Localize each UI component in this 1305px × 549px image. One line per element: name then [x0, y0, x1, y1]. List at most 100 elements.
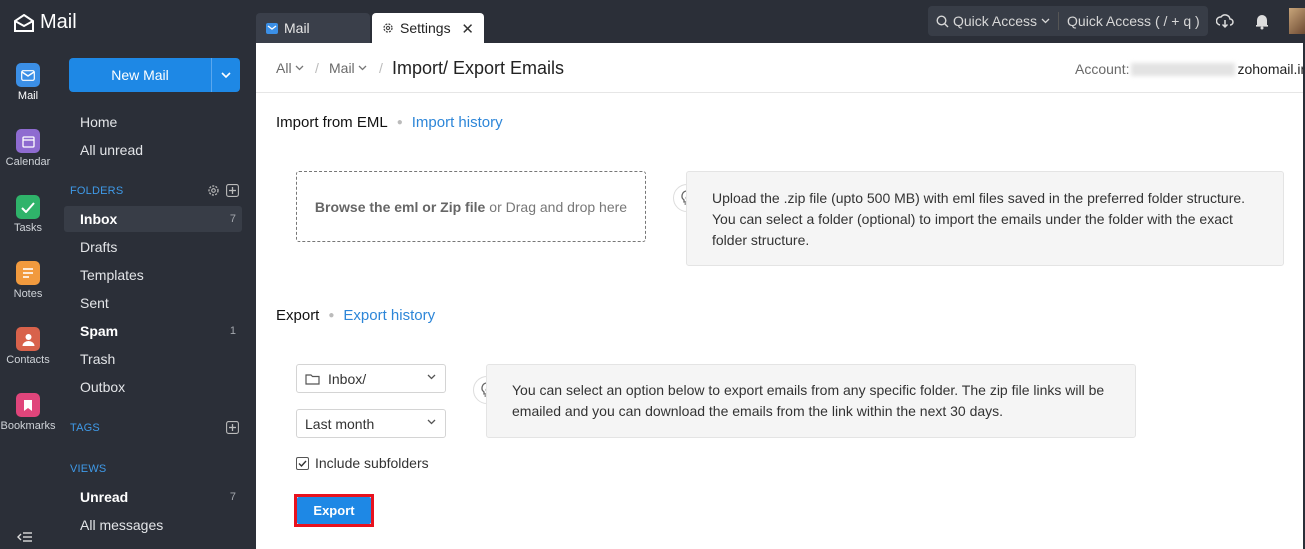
app-brand[interactable]: Mail: [14, 11, 77, 34]
bell-icon[interactable]: [1253, 12, 1271, 30]
views-header: VIEWS: [70, 463, 107, 475]
quick-access-search-label: Quick Access: [1067, 13, 1152, 29]
include-subfolders-label: Include subfolders: [315, 455, 429, 471]
export-history-link[interactable]: Export history: [343, 307, 435, 324]
include-subfolders-checkbox[interactable]: Include subfolders: [296, 455, 429, 471]
avatar[interactable]: [1289, 8, 1305, 34]
quick-access-search[interactable]: Quick Access ( / + q ): [1067, 13, 1200, 29]
nav-all-unread[interactable]: All unread: [80, 142, 143, 158]
rail-label: Notes: [13, 288, 43, 300]
chevron-down-icon: [1041, 18, 1050, 24]
import-title: Import from EML: [276, 114, 388, 131]
chevron-down-icon: [427, 419, 436, 425]
breadcrumb: All / Mail / Import/ Export Emails Accou…: [256, 43, 1305, 93]
import-info-box: Upload the .zip file (upto 500 MB) with …: [686, 171, 1284, 266]
tags-header: TAGS: [70, 422, 100, 434]
gear-icon: [382, 22, 394, 34]
breadcrumb-all[interactable]: All: [276, 60, 304, 76]
account-redacted: [1131, 63, 1236, 76]
rail-item-mail[interactable]: Mail: [0, 63, 56, 102]
rail-item-bookmarks[interactable]: Bookmarks: [0, 393, 64, 432]
tab-mail[interactable]: Mail: [256, 13, 370, 43]
contact-icon: [16, 327, 40, 351]
folders-header: FOLDERS: [70, 185, 124, 197]
import-section-header: Import from EML ● Import history: [276, 114, 503, 131]
top-bar: Mail Mail Settings ✕ Quick Access Quick …: [0, 0, 1305, 43]
import-history-link[interactable]: Import history: [412, 114, 503, 131]
breadcrumb-mail-label: Mail: [329, 60, 355, 76]
new-mail-dropdown[interactable]: [211, 58, 240, 92]
export-button-highlight: Export: [294, 494, 374, 527]
file-drop-zone[interactable]: Browse the eml or Zip file or Drag and dr…: [296, 171, 646, 242]
export-button[interactable]: Export: [297, 497, 371, 524]
browse-file-text[interactable]: Browse the eml or Zip file: [315, 199, 485, 215]
export-info-text: You can select an option below to export…: [512, 382, 1105, 419]
quick-access-menu[interactable]: Quick Access: [928, 13, 1050, 29]
folder-templates[interactable]: Templates: [80, 267, 144, 283]
account-domain: zohomail.in: [1237, 61, 1305, 77]
export-info-box: You can select an option below to export…: [486, 364, 1136, 438]
folder-trash[interactable]: Trash: [80, 351, 115, 367]
folder-select[interactable]: Inbox/: [296, 364, 446, 393]
app-name: Mail: [40, 11, 77, 33]
view-unread[interactable]: Unread: [80, 489, 128, 505]
folder-outbox[interactable]: Outbox: [80, 379, 125, 395]
notes-icon: [16, 261, 40, 285]
rail-item-contacts[interactable]: Contacts: [0, 327, 56, 366]
search-icon: [936, 14, 949, 27]
unread-count: 7: [229, 491, 236, 503]
rail-label: Mail: [17, 90, 39, 102]
view-all-messages[interactable]: All messages: [80, 517, 163, 533]
export-section-header: Export ● Export history: [276, 307, 435, 324]
settings-main: All / Mail / Import/ Export Emails Accou…: [256, 43, 1305, 549]
quick-access-menu-label: Quick Access: [953, 13, 1038, 29]
breadcrumb-all-label: All: [276, 60, 292, 76]
folder-pane: New Mail Home All unread FOLDERS Inbox 7…: [56, 43, 256, 549]
folder-inbox[interactable]: Inbox: [80, 211, 117, 227]
quick-access-bar: Quick Access Quick Access ( / + q ): [928, 6, 1208, 36]
spam-count: 1: [229, 325, 236, 337]
mail-tab-icon: [266, 22, 278, 34]
bookmark-icon: [16, 393, 40, 417]
add-folder-icon[interactable]: [226, 184, 239, 197]
breadcrumb-separator: /: [379, 60, 383, 76]
folder-select-value: Inbox/: [328, 370, 367, 387]
inbox-count: 7: [229, 213, 236, 225]
rail-item-notes[interactable]: Notes: [0, 261, 56, 300]
rail-label: Calendar: [5, 156, 51, 168]
export-title: Export: [276, 307, 320, 324]
folder-drafts[interactable]: Drafts: [80, 239, 117, 255]
folder-sent[interactable]: Sent: [80, 295, 109, 311]
import-info-text: Upload the .zip file (upto 500 MB) with …: [712, 190, 1246, 248]
rail-item-tasks[interactable]: Tasks: [0, 195, 56, 234]
rail-label: Tasks: [13, 222, 43, 234]
shortcut-hint: ( / + q ): [1154, 13, 1200, 29]
gear-icon[interactable]: [207, 184, 220, 197]
page-title: Import/ Export Emails: [392, 58, 565, 78]
tab-settings-label: Settings: [400, 20, 451, 36]
divider: [1058, 12, 1060, 30]
account-info: Account: zohomail.in: [1075, 61, 1305, 77]
calendar-icon: [16, 129, 40, 153]
rail-label: Contacts: [6, 354, 50, 366]
nav-home[interactable]: Home: [80, 114, 117, 130]
checkbox-checked-icon[interactable]: [296, 456, 309, 470]
cloud-sync-icon[interactable]: [1216, 12, 1234, 30]
new-mail-button[interactable]: New Mail: [69, 58, 240, 92]
rail-item-calendar[interactable]: Calendar: [0, 129, 56, 168]
chevron-down-icon: [358, 65, 367, 71]
account-label: Account:: [1075, 61, 1130, 77]
collapse-sidebar-icon[interactable]: [17, 531, 33, 543]
breadcrumb-mail[interactable]: Mail: [329, 60, 367, 76]
close-icon[interactable]: ✕: [461, 20, 474, 38]
chevron-down-icon: [221, 71, 231, 78]
tab-settings[interactable]: Settings ✕: [372, 13, 484, 43]
date-range-select[interactable]: Last month: [296, 409, 446, 438]
folder-spam[interactable]: Spam: [80, 323, 118, 339]
new-mail-label: New Mail: [111, 67, 169, 83]
mail-logo-icon: [14, 13, 34, 32]
folder-icon: [305, 373, 320, 385]
dot-separator: ●: [396, 117, 403, 128]
chevron-down-icon: [427, 374, 436, 380]
add-tag-icon[interactable]: [226, 421, 239, 434]
